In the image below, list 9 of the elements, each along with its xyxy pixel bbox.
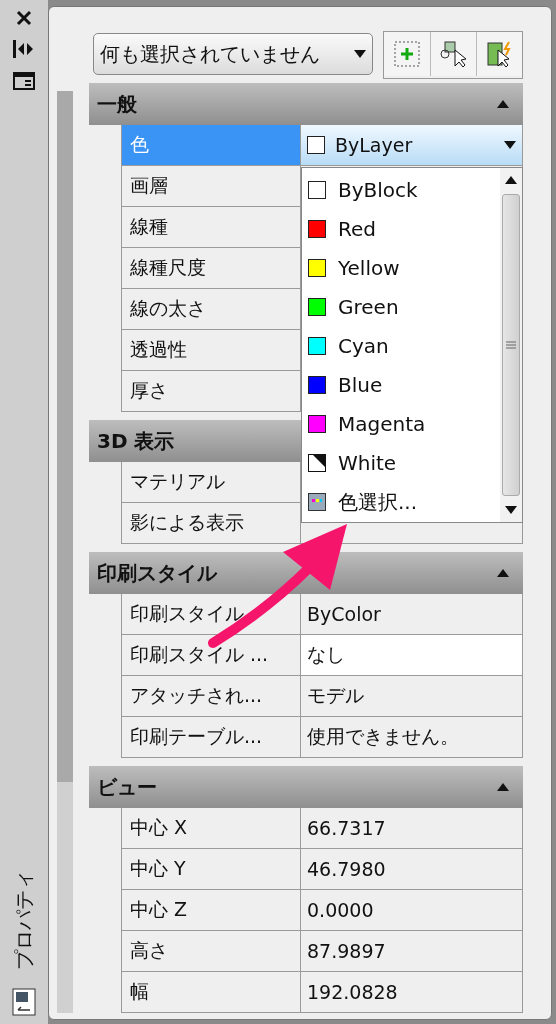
property-value: モデル [301,676,523,717]
property-value: 87.9897 [301,931,523,972]
property-value: 192.0828 [301,972,523,1013]
panel-title: プロパティ [10,869,37,969]
property-value: 使用できません。 [301,717,523,758]
property-value: ByColor [301,594,523,635]
property-value: 46.7980 [301,849,523,890]
property-value: 0.0000 [301,890,523,931]
property-value: 66.7317 [301,808,523,849]
